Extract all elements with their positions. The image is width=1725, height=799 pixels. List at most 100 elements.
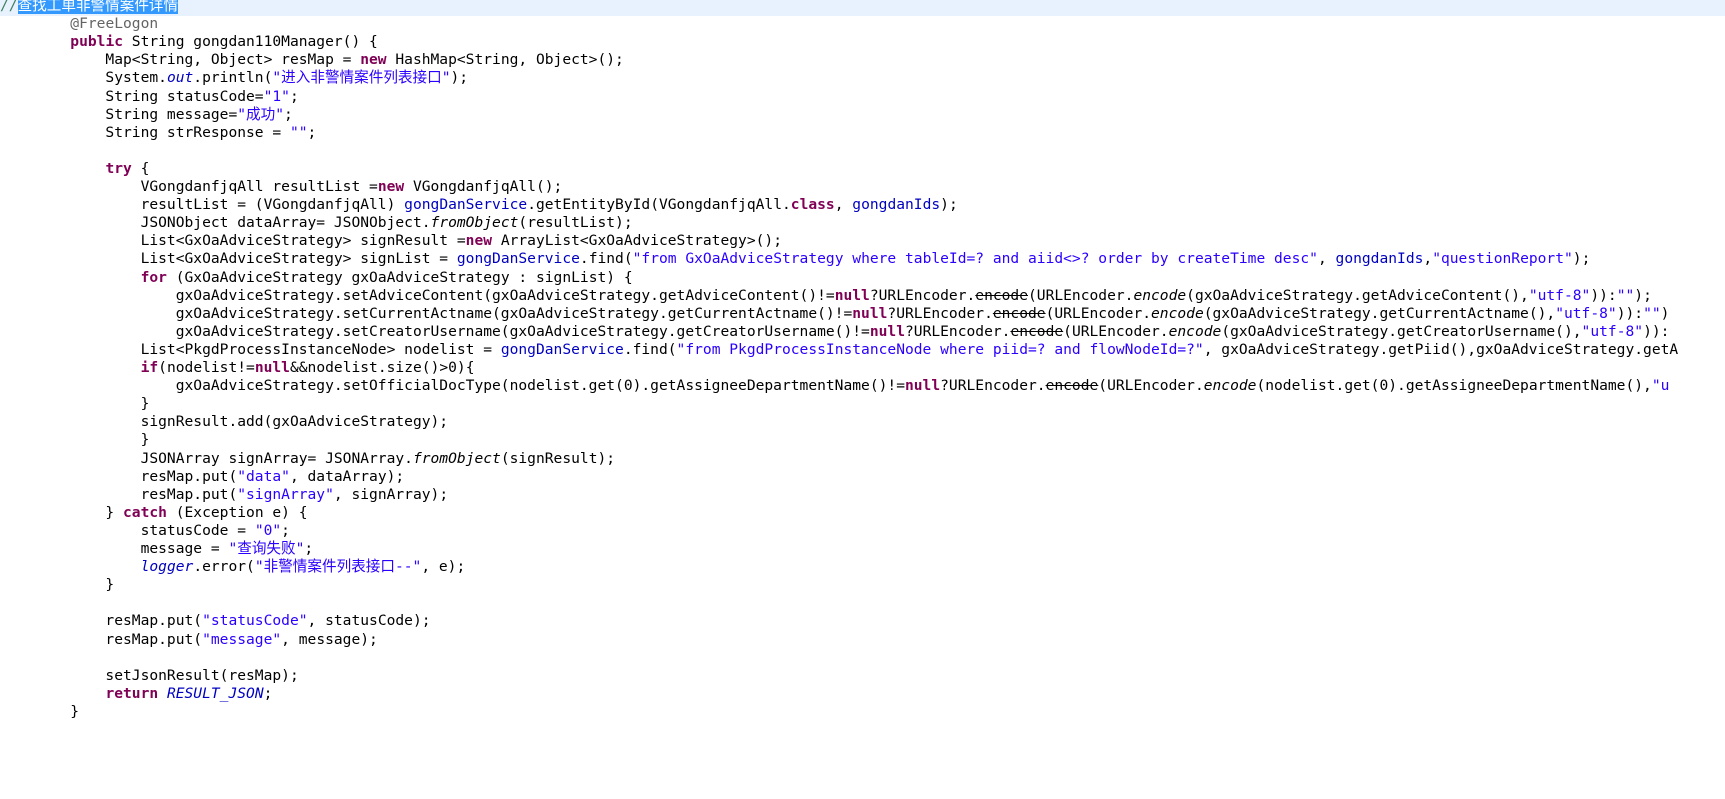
code-token: class bbox=[790, 196, 835, 214]
code-token: , dataArray); bbox=[289, 467, 405, 485]
code-token: public bbox=[70, 33, 124, 51]
code-token: null bbox=[834, 286, 870, 304]
code-line[interactable] bbox=[0, 141, 1725, 161]
code-line[interactable]: message = "查询失败"; bbox=[0, 539, 1725, 559]
code-line[interactable]: @FreeLogon bbox=[0, 14, 1725, 34]
code-line[interactable] bbox=[0, 593, 1725, 613]
code-token: , statusCode); bbox=[307, 612, 431, 630]
code-token: gongDanService bbox=[456, 250, 580, 268]
code-line[interactable]: List<PkgdProcessInstanceNode> nodelist =… bbox=[0, 340, 1725, 360]
code-line[interactable]: if(nodelist!=null&&nodelist.size()>0){ bbox=[0, 358, 1725, 378]
code-line[interactable]: setJsonResult(resMap); bbox=[0, 666, 1725, 686]
code-token: ; bbox=[289, 87, 299, 105]
code-line[interactable]: } bbox=[0, 702, 1725, 722]
code-line[interactable]: System.out.println("进入非警情案件列表接口"); bbox=[0, 68, 1725, 88]
code-token: HashMap<String, Object>(); bbox=[386, 51, 624, 69]
code-line[interactable]: signResult.add(gxOaAdviceStrategy); bbox=[0, 412, 1725, 432]
code-line[interactable]: statusCode = "0"; bbox=[0, 521, 1725, 541]
code-editor[interactable]: //查找工单非警情案件详情 @FreeLogon public String g… bbox=[0, 0, 1725, 799]
code-token: ArrayList<GxOaAdviceStrategy>(); bbox=[492, 232, 782, 250]
code-line[interactable]: String strResponse = ""; bbox=[0, 123, 1725, 143]
code-line[interactable]: try { bbox=[0, 159, 1725, 179]
code-line[interactable]: resMap.put("signArray", signArray); bbox=[0, 485, 1725, 505]
code-token: gxOaAdviceStrategy.setCreatorUsername(gx… bbox=[0, 322, 870, 340]
code-line[interactable]: resMap.put("statusCode", statusCode); bbox=[0, 611, 1725, 631]
code-token: "查询失败" bbox=[228, 540, 305, 557]
code-line[interactable]: String message="成功"; bbox=[0, 105, 1725, 125]
code-token: } bbox=[0, 702, 80, 720]
code-token: "成功" bbox=[237, 105, 284, 123]
code-line[interactable]: logger.error("非警情案件列表接口--", e); bbox=[0, 557, 1725, 577]
code-token: (URLEncoder. bbox=[1063, 322, 1169, 340]
code-token: &&nodelist.size()>0){ bbox=[289, 359, 475, 376]
code-token: ); bbox=[450, 69, 469, 87]
code-line[interactable]: return RESULT_JSON; bbox=[0, 684, 1725, 704]
code-token: message = bbox=[0, 540, 229, 557]
code-token: , e); bbox=[421, 558, 466, 576]
code-line[interactable]: JSONObject dataArray= JSONObject.fromObj… bbox=[0, 213, 1725, 233]
code-line[interactable]: gxOaAdviceStrategy.setOfficialDocType(no… bbox=[0, 376, 1725, 396]
code-line[interactable]: List<GxOaAdviceStrategy> signResult =new… bbox=[0, 231, 1725, 251]
code-token: (Exception e) { bbox=[166, 503, 308, 521]
code-token: ?URLEncoder. bbox=[869, 286, 976, 304]
code-token: encode bbox=[1168, 322, 1222, 340]
code-line[interactable]: } bbox=[0, 430, 1725, 450]
code-token: gxOaAdviceStrategy.setCurrentActname(gxO… bbox=[0, 304, 853, 322]
code-line[interactable]: } bbox=[0, 575, 1725, 595]
code-line[interactable]: String statusCode="1"; bbox=[0, 87, 1725, 107]
code-line[interactable]: resultList = (VGongdanfjqAll) gongDanSer… bbox=[0, 195, 1725, 215]
code-line[interactable]: gxOaAdviceStrategy.setCurrentActname(gxO… bbox=[0, 304, 1725, 324]
code-line[interactable]: gxOaAdviceStrategy.setCreatorUsername(gx… bbox=[0, 322, 1725, 342]
code-token: "" bbox=[1616, 286, 1635, 304]
code-token: resultList = (VGongdanfjqAll) bbox=[0, 196, 405, 214]
code-token: "1" bbox=[263, 87, 290, 105]
code-token: { bbox=[131, 159, 150, 177]
code-token: new bbox=[360, 51, 387, 69]
code-token: try bbox=[105, 159, 132, 177]
code-token: "statusCode" bbox=[202, 612, 308, 630]
code-token: "utf-8" bbox=[1555, 304, 1617, 322]
code-line[interactable]: JSONArray signArray= JSONArray.fromObjec… bbox=[0, 449, 1725, 469]
code-line[interactable]: Map<String, Object> resMap = new HashMap… bbox=[0, 50, 1725, 70]
code-line[interactable]: resMap.put("message", message); bbox=[0, 630, 1725, 650]
code-token: encode bbox=[1151, 304, 1204, 322]
code-line[interactable]: } bbox=[0, 394, 1725, 414]
code-line[interactable]: gxOaAdviceStrategy.setAdviceContent(gxOa… bbox=[0, 286, 1725, 306]
code-line[interactable]: VGongdanfjqAll resultList =new VGongdanf… bbox=[0, 177, 1725, 197]
code-token: , gxOaAdviceStrategy.getPiid(),gxOaAdvic… bbox=[1203, 340, 1679, 358]
code-token: ); bbox=[1634, 286, 1652, 304]
code-token: } bbox=[0, 395, 150, 413]
code-token: null bbox=[869, 322, 905, 340]
code-token: setJsonResult(resMap); bbox=[0, 666, 299, 684]
code-token: statusCode = bbox=[0, 521, 255, 539]
code-token: out bbox=[166, 69, 194, 87]
code-line[interactable]: for (GxOaAdviceStrategy gxOaAdviceStrate… bbox=[0, 268, 1725, 288]
code-line[interactable] bbox=[0, 648, 1725, 668]
code-token: for bbox=[140, 268, 167, 286]
code-line[interactable]: resMap.put("data", dataArray); bbox=[0, 467, 1725, 487]
code-token: .find( bbox=[623, 340, 677, 358]
code-token: )): bbox=[1616, 304, 1644, 322]
code-token: catch bbox=[123, 503, 167, 521]
code-token: "signArray" bbox=[237, 485, 334, 503]
code-line[interactable]: public String gongdan110Manager() { bbox=[0, 32, 1725, 52]
code-line[interactable]: List<GxOaAdviceStrategy> signList = gong… bbox=[0, 249, 1725, 269]
code-token: .find( bbox=[579, 250, 633, 268]
code-token: "data" bbox=[237, 467, 290, 485]
code-token: VGongdanfjqAll resultList = bbox=[0, 178, 378, 195]
code-token: encode bbox=[975, 286, 1028, 304]
code-token: encode bbox=[1045, 377, 1099, 395]
code-line[interactable]: } catch (Exception e) { bbox=[0, 503, 1725, 523]
code-token: (nodelist!= bbox=[158, 359, 255, 376]
code-token: resMap.put( bbox=[0, 485, 238, 503]
code-token: "非警情案件列表接口--" bbox=[254, 558, 422, 576]
code-token: , bbox=[1317, 250, 1336, 268]
code-token: gongDanService bbox=[500, 340, 624, 358]
code-token: null bbox=[904, 377, 941, 395]
code-token: signResult.add(gxOaAdviceStrategy); bbox=[0, 413, 449, 431]
